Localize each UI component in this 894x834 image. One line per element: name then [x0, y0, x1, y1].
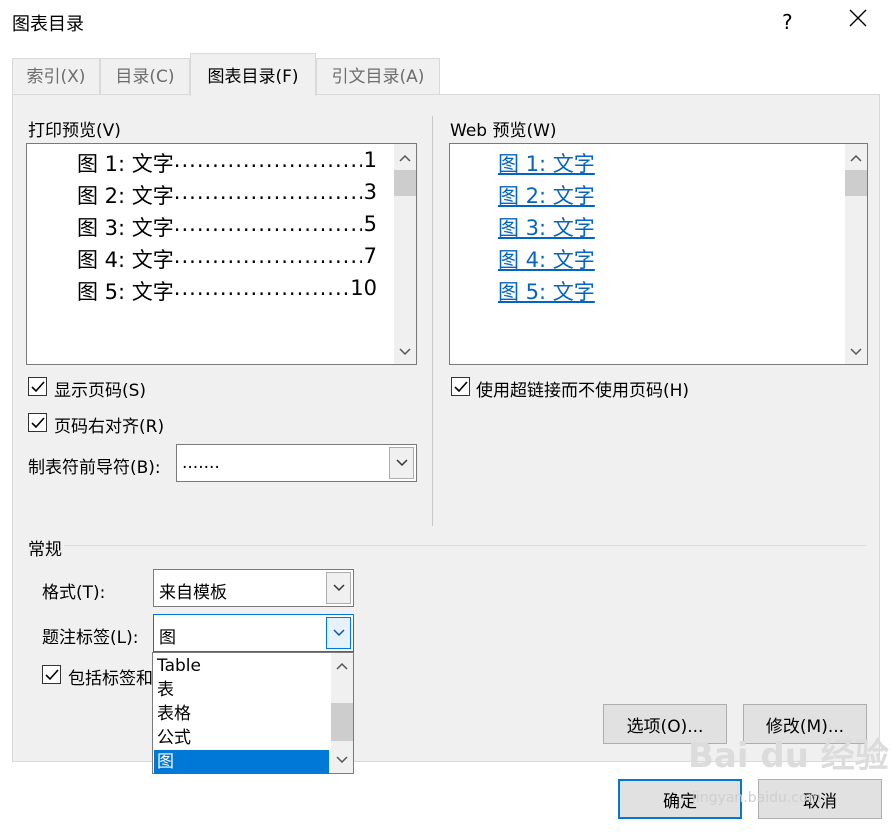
print-preview-line: 图 1: 文字.................................… [77, 148, 377, 176]
scroll-down-icon[interactable] [394, 342, 416, 362]
scroll-thumb[interactable] [845, 170, 867, 196]
chevron-down-icon[interactable] [326, 572, 351, 604]
dropdown-option[interactable]: 表 [154, 678, 329, 702]
scroll-thumb[interactable] [394, 170, 416, 196]
horizontal-divider [64, 545, 866, 546]
dialog-title: 图表目录 [12, 14, 84, 35]
right-align-label: 页码右对齐(R) [54, 417, 165, 437]
caption-label-value: 图 [159, 628, 176, 648]
include-label-checkbox[interactable] [42, 665, 61, 684]
scroll-thumb[interactable] [331, 703, 353, 741]
caption-label-dropdown[interactable]: Table 表 表格 公式 图 [152, 652, 354, 774]
print-preview-line: 图 4: 文字.................................… [77, 244, 377, 272]
scroll-down-icon[interactable] [845, 342, 867, 362]
dropdown-option-selected[interactable]: 图 [154, 750, 329, 774]
format-label: 格式(T): [42, 583, 106, 603]
dropdown-option[interactable]: 公式 [154, 726, 329, 750]
chevron-down-icon[interactable] [389, 447, 414, 479]
dropdown-option[interactable]: Table [154, 654, 329, 678]
show-page-numbers-label: 显示页码(S) [54, 381, 147, 401]
include-label-label: 包括标签和 [68, 669, 153, 689]
web-preview-link[interactable]: 图 5: 文字 [498, 276, 595, 306]
tab-toc[interactable]: 目录(C) [100, 58, 190, 95]
web-preview-box[interactable]: 图 1: 文字 图 2: 文字 图 3: 文字 图 4: 文字 图 5: 文字 [449, 143, 868, 365]
print-preview-box[interactable]: 图 1: 文字.................................… [26, 143, 417, 365]
web-preview-link[interactable]: 图 1: 文字 [498, 148, 595, 178]
tab-table-of-authorities[interactable]: 引文目录(A) [316, 58, 440, 95]
web-preview-link[interactable]: 图 4: 文字 [498, 244, 595, 274]
general-heading: 常规 [28, 540, 62, 560]
scroll-down-icon[interactable] [331, 750, 353, 770]
print-preview-scrollbar[interactable] [394, 144, 416, 364]
scroll-up-icon[interactable] [845, 148, 867, 168]
checkmark-icon [44, 668, 59, 680]
close-icon [849, 9, 867, 27]
print-preview-label: 打印预览(V) [28, 121, 121, 141]
vertical-divider [432, 116, 433, 526]
checkmark-icon [30, 416, 45, 428]
use-hyperlinks-checkbox[interactable] [451, 377, 470, 396]
tab-leader-label: 制表符前导符(B): [28, 458, 161, 478]
show-page-numbers-checkbox[interactable] [28, 377, 47, 396]
right-align-checkbox[interactable] [28, 413, 47, 432]
web-preview-link[interactable]: 图 3: 文字 [498, 212, 595, 242]
dropdown-option[interactable]: 表格 [154, 702, 329, 726]
tab-leader-select[interactable]: ....... [176, 444, 417, 482]
tab-leader-value: ....... [182, 453, 220, 473]
format-value: 来自模板 [159, 583, 227, 603]
web-preview-scrollbar[interactable] [845, 144, 867, 364]
watermark-logo: Bai du 经验 [688, 736, 889, 776]
help-button[interactable]: ? [782, 10, 793, 34]
caption-label-label: 题注标签(L): [42, 628, 139, 648]
dropdown-scrollbar[interactable] [331, 653, 353, 773]
web-preview-link[interactable]: 图 2: 文字 [498, 180, 595, 210]
print-preview-line: 图 5: 文字.................................… [77, 276, 377, 304]
scroll-up-icon[interactable] [394, 148, 416, 168]
print-preview-line: 图 3: 文字.................................… [77, 212, 377, 240]
watermark-url: jingyan.baidu.com [692, 790, 822, 806]
chevron-down-icon[interactable] [326, 617, 351, 649]
tab-table-of-figures[interactable]: 图表目录(F) [190, 53, 316, 96]
scroll-up-icon[interactable] [331, 656, 353, 676]
checkmark-icon [30, 380, 45, 392]
use-hyperlinks-label: 使用超链接而不使用页码(H) [476, 381, 690, 401]
close-button[interactable] [848, 8, 868, 28]
caption-label-select[interactable]: 图 [153, 614, 354, 652]
web-preview-label: Web 预览(W) [450, 121, 557, 141]
format-select[interactable]: 来自模板 [153, 569, 354, 607]
checkmark-icon [453, 380, 468, 392]
print-preview-line: 图 2: 文字.................................… [77, 180, 377, 208]
tab-index[interactable]: 索引(X) [12, 58, 100, 95]
